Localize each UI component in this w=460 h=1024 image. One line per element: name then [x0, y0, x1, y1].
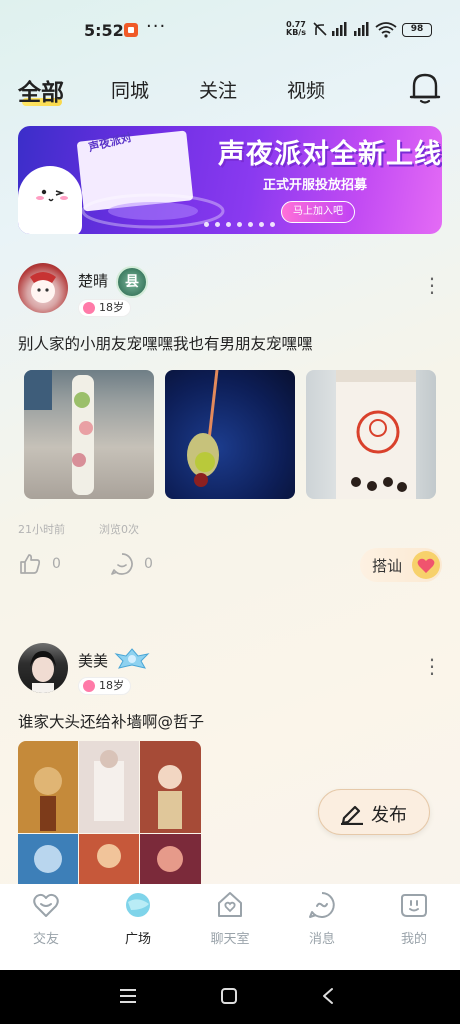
banner-pagination: [204, 222, 275, 227]
post-avatar[interactable]: [18, 263, 68, 313]
promo-banner[interactable]: 声夜派对 声夜派对全新上线 正式开服投放招募 马上加入吧: [18, 126, 442, 234]
nav-label: 消息: [308, 932, 335, 947]
tab-following[interactable]: 关注: [199, 76, 237, 103]
profile-icon: [401, 894, 427, 917]
post-text: 别人家的小朋友宠嘿嘿我也有男朋友宠嘿嘿: [18, 335, 313, 353]
signal-wifi-icon: [313, 22, 397, 38]
nav-item-chatroom[interactable]: 聊天室: [195, 890, 265, 947]
publish-label: 发布: [371, 805, 407, 826]
post-text: 谁家大头还给补墙啊@哲子: [18, 713, 205, 731]
banner-title: 声夜派对全新上线: [218, 139, 442, 170]
comment-icon[interactable]: [110, 552, 134, 576]
battery-indicator: 98: [402, 23, 432, 37]
pencil-icon: [341, 805, 363, 825]
tab-same-city[interactable]: 同城: [111, 76, 149, 103]
like-icon[interactable]: [18, 552, 42, 576]
app-notification-icon: [124, 23, 138, 37]
banner-mascot-image: [18, 166, 82, 234]
pagination-dot: [204, 222, 209, 227]
nav-item-friends[interactable]: 交友: [11, 890, 81, 947]
tab-all[interactable]: 全部: [18, 73, 64, 107]
age-text: 18岁: [99, 679, 124, 692]
system-nav-bar: [0, 970, 460, 1024]
female-icon: [83, 302, 95, 314]
post-username[interactable]: 楚晴: [78, 270, 108, 291]
pagination-dot: [237, 222, 242, 227]
post-username[interactable]: 美美: [78, 650, 108, 671]
status-bar: 5:52 ··· 0.77 KB/s 98: [0, 0, 460, 60]
plaza-icon: [126, 893, 150, 917]
comment-count: 0: [144, 556, 153, 572]
age-text: 18岁: [99, 301, 124, 314]
nav-label: 广场: [124, 932, 151, 947]
nav-item-plaza[interactable]: 广场: [103, 890, 173, 947]
chat-up-button[interactable]: 搭讪: [360, 548, 442, 582]
level-badge-icon: 县: [116, 266, 148, 298]
network-speed-unit: KB/s: [286, 28, 306, 37]
vip-wings-icon: [114, 648, 150, 669]
nav-label: 我的: [400, 932, 427, 947]
more-notifications-icon: ···: [146, 16, 167, 37]
heart-icon: [33, 893, 59, 917]
tab-video[interactable]: 视频: [287, 76, 325, 103]
feed-tabs: 全部 同城 关注 视频: [0, 70, 460, 110]
nav-item-messages[interactable]: 消息: [287, 890, 357, 947]
nav-label: 交友: [32, 932, 59, 947]
status-time: 5:52: [84, 21, 124, 40]
post-avatar[interactable]: [18, 643, 68, 693]
banner-subtitle: 正式开服投放招募: [263, 178, 368, 193]
post-time: 21小时前: [18, 523, 65, 536]
menu-icon[interactable]: [119, 988, 137, 1004]
pagination-dot: [226, 222, 231, 227]
post-photo[interactable]: [24, 370, 154, 499]
pagination-dot: [248, 222, 253, 227]
pagination-dot: [215, 222, 220, 227]
heart-icon: [412, 551, 440, 579]
chat-up-label: 搭讪: [372, 557, 403, 575]
female-icon: [83, 680, 95, 692]
back-icon[interactable]: [321, 987, 335, 1005]
nav-label: 聊天室: [210, 932, 250, 947]
age-gender-badge: 18岁: [78, 677, 131, 695]
post-photo-collage[interactable]: [18, 741, 201, 884]
nav-item-mine[interactable]: 我的: [379, 890, 449, 947]
house-heart-icon: [218, 892, 242, 917]
post-more-icon[interactable]: ⋮: [422, 656, 442, 676]
pagination-dot: [259, 222, 264, 227]
message-icon: [309, 892, 335, 918]
bell-icon[interactable]: [408, 70, 442, 106]
bottom-nav: 交友 广场 聊天室 消息 我的: [0, 884, 460, 970]
network-speed: 0.77 KB/s: [286, 21, 306, 37]
post-views: 浏览0次: [99, 523, 139, 536]
home-icon[interactable]: [220, 987, 238, 1005]
age-gender-badge: 18岁: [78, 299, 131, 317]
like-count: 0: [52, 556, 61, 572]
publish-button[interactable]: 发布: [318, 789, 430, 835]
post-more-icon[interactable]: ⋮: [422, 275, 442, 295]
post-photo[interactable]: [306, 370, 436, 499]
pagination-dot: [270, 222, 275, 227]
banner-join-button[interactable]: 马上加入吧: [281, 201, 355, 223]
post-photo[interactable]: [165, 370, 295, 499]
